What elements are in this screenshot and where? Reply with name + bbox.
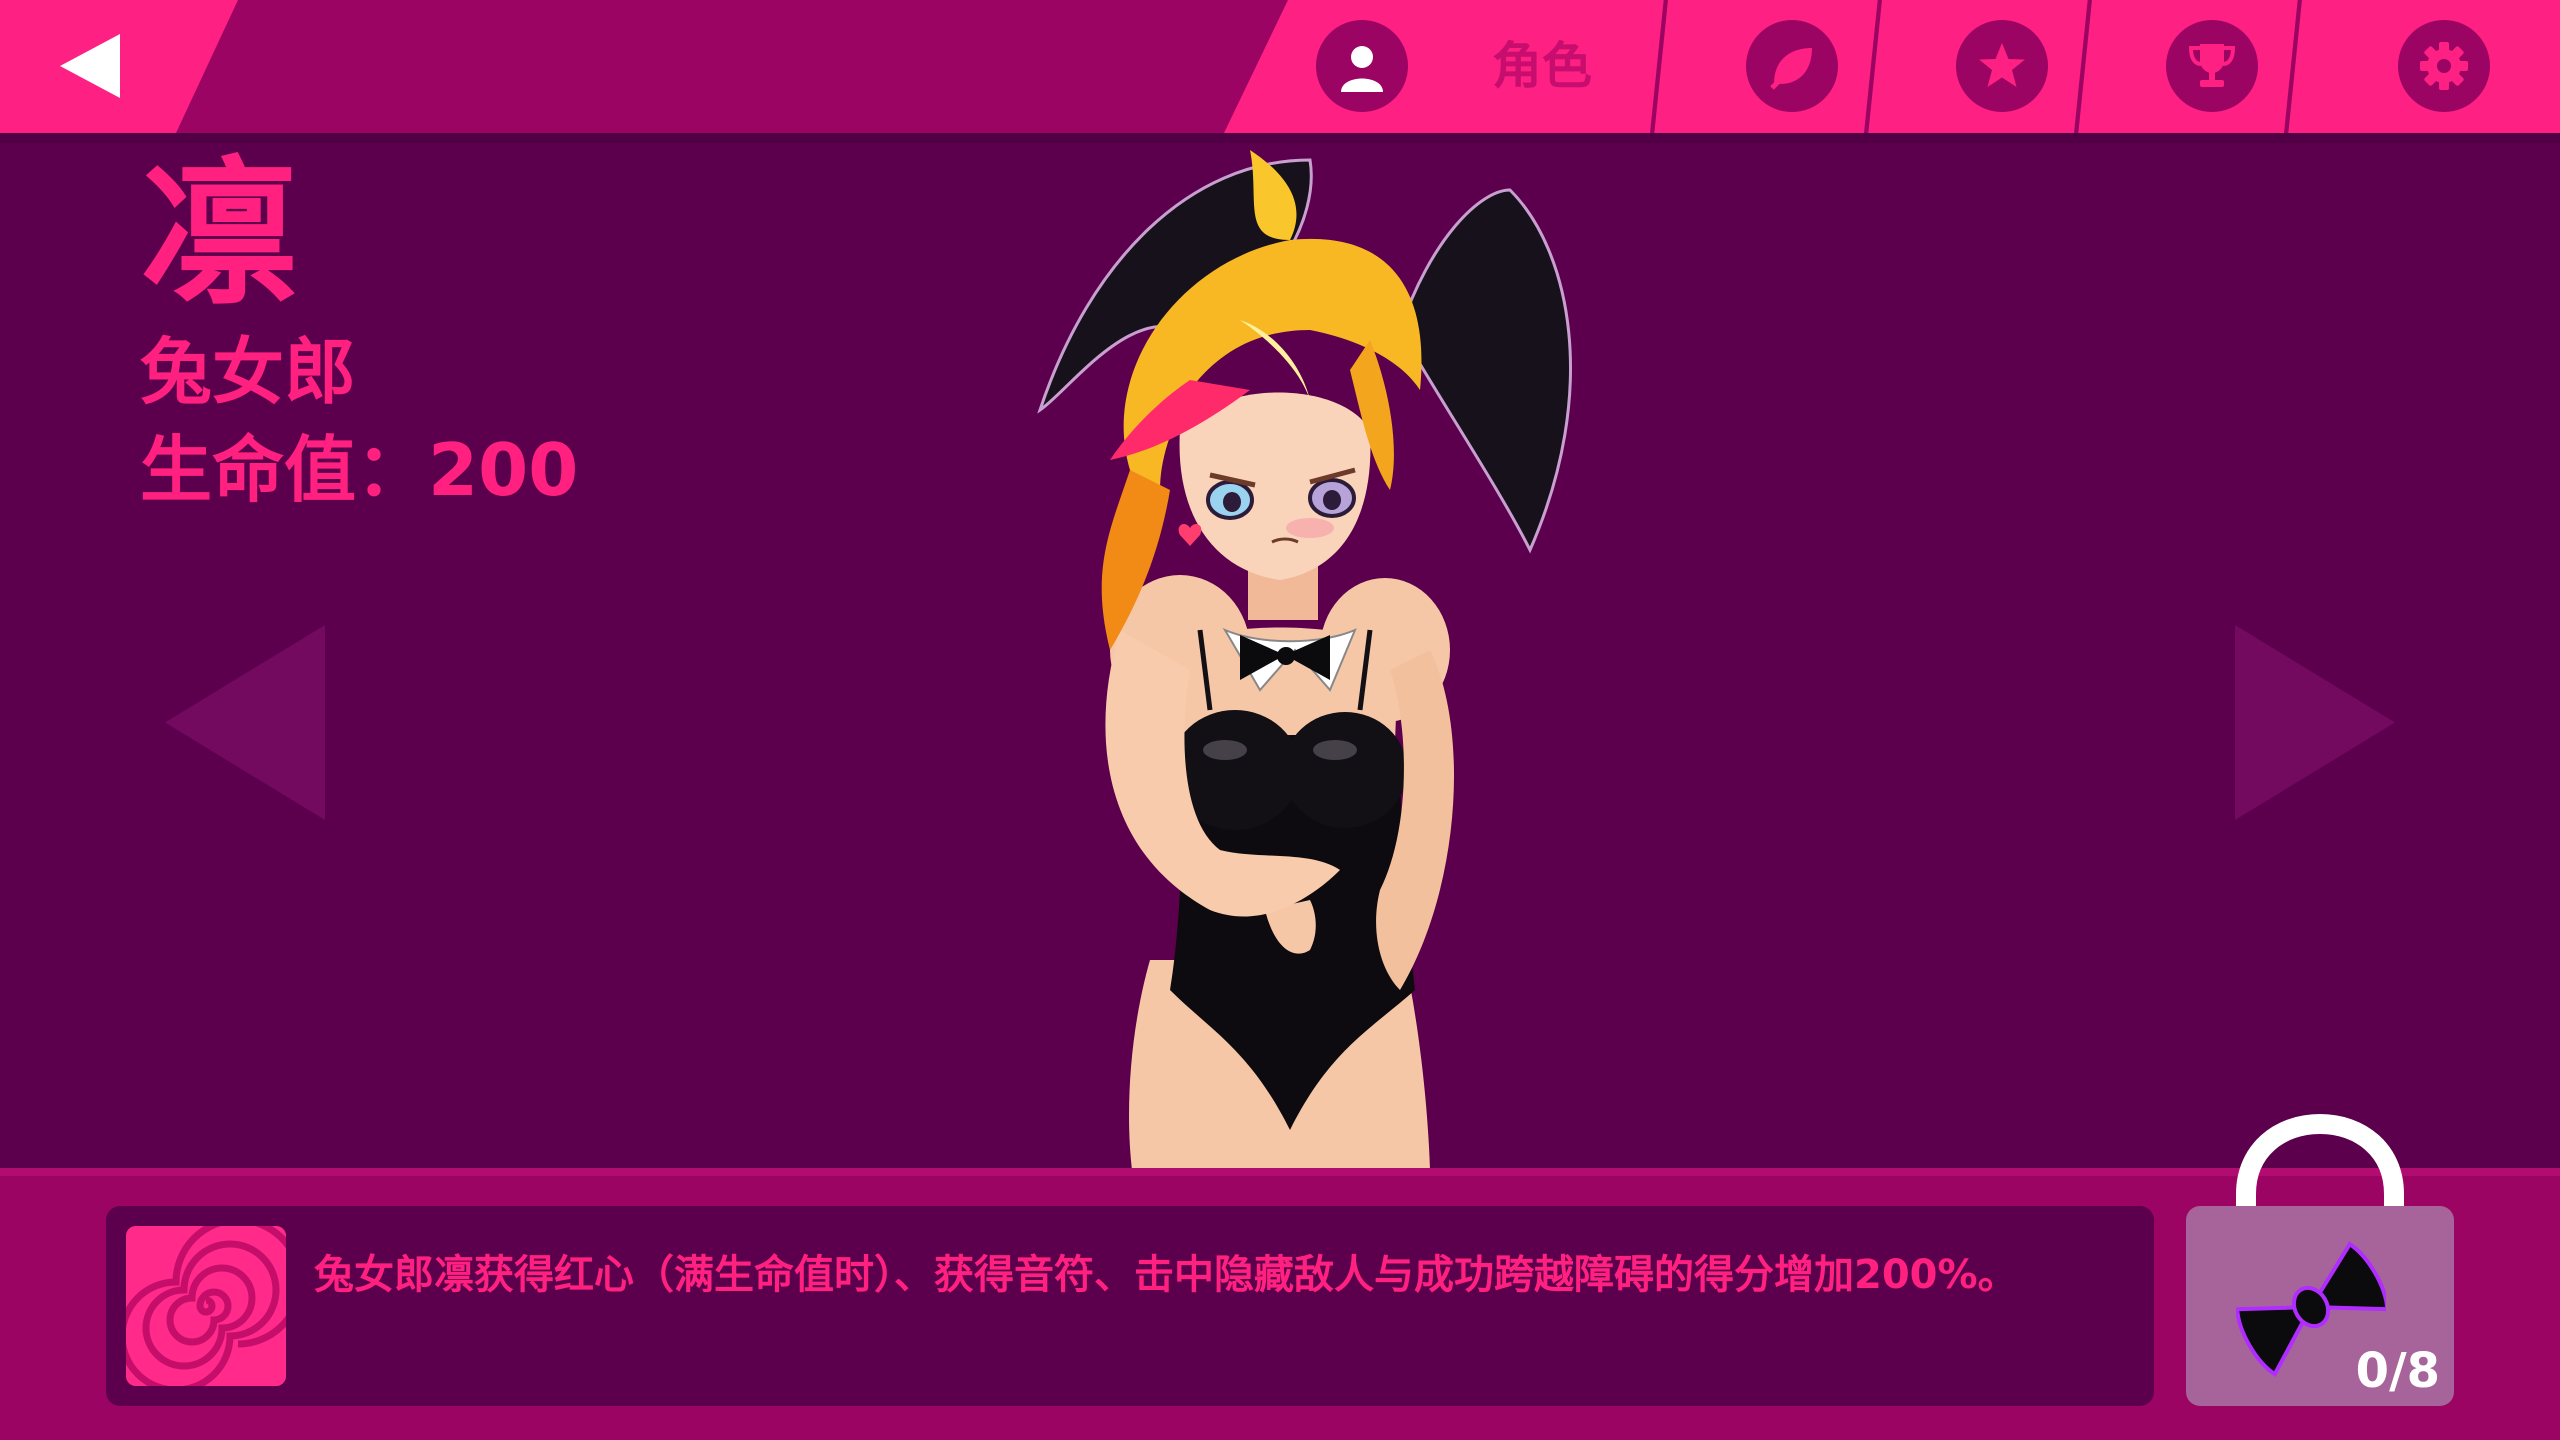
star-icon (1956, 20, 2048, 112)
trophy-icon (2166, 20, 2258, 112)
tab-settings[interactable] (2398, 0, 2490, 133)
spiral-icon (126, 1226, 286, 1386)
back-arrow-icon (60, 34, 120, 98)
character-hp: 生命值：200 (140, 428, 579, 512)
user-icon (1316, 20, 1408, 112)
tab-leaf[interactable] (1746, 0, 1838, 133)
tab-trophy[interactable] (2166, 0, 2258, 133)
tab-star[interactable] (1956, 0, 2048, 133)
tab-character-label: 角色 (1492, 37, 1592, 95)
leaf-icon (1746, 20, 1838, 112)
next-character-button[interactable] (2235, 625, 2395, 820)
unlock-progress: 0/8 (2355, 1343, 2440, 1399)
gear-icon (2398, 20, 2490, 112)
unlock-widget[interactable]: 0/8 (2186, 1114, 2454, 1406)
bottom-bar-edge (0, 1168, 2560, 1176)
character-title: 兔女郎 (140, 330, 357, 414)
tab-character[interactable]: 角色 (1316, 0, 1646, 133)
skill-panel: 兔女郎凛获得红心（满生命值时）、获得音符、击中隐藏敌人与成功跨越障碍的得分增加2… (106, 1206, 2154, 1406)
character-name: 凛 (140, 143, 298, 327)
previous-character-button[interactable] (165, 625, 325, 820)
character-portrait (1010, 130, 1610, 1170)
skill-description: 兔女郎凛获得红心（满生命值时）、获得音符、击中隐藏敌人与成功跨越障碍的得分增加2… (314, 1252, 2018, 1298)
